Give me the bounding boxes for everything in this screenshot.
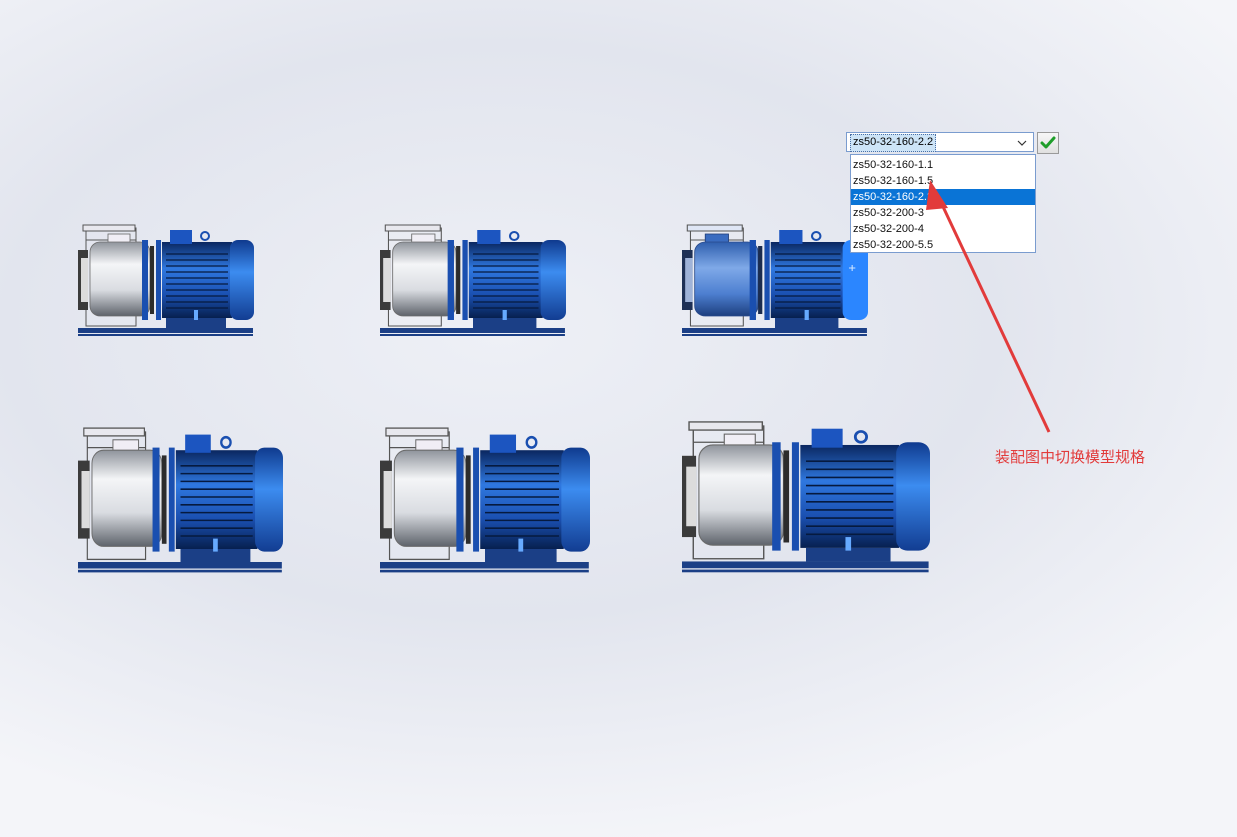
annotation-text: 装配图中切换模型规格 bbox=[995, 448, 1146, 466]
graphics-viewport[interactable]: zs50-32-160-2.2 zs50-32-160-1.1 zs50-32-… bbox=[0, 0, 1237, 837]
annotation-arrow bbox=[926, 180, 1051, 433]
